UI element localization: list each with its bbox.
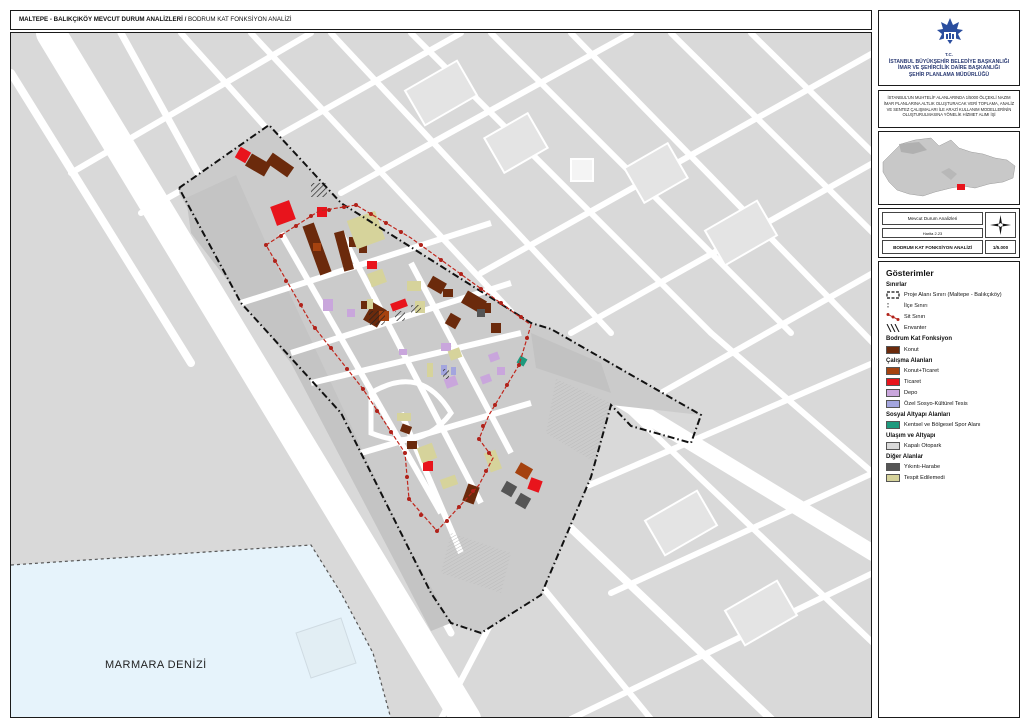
title-analysis: BODRUM KAT FONKSİYON ANALİZİ [186,16,292,23]
legend-heading-ulasim: Ulaşım ve Altyapı [886,433,936,439]
map-svg [11,33,871,717]
legend-title: Gösterimler [886,268,934,278]
inventory-hatch-icon [886,324,900,332]
legend-heading-bodrum: Bodrum Kat Fonksiyon [886,336,953,342]
project-boundary-icon [886,291,900,299]
sea-label: MARMARA DENİZİ [105,659,207,671]
depo-swatch [886,389,900,397]
legend-heading-diger: Diğer Alanlar [886,454,924,460]
district-boundary-icon [887,303,889,309]
legend-item-konut-ticaret: Konut+Ticaret [886,367,939,375]
project-description-panel: İSTANBUL'UN MUHTELİF ALANLARINDA 1/5000 … [878,90,1020,128]
north-arrow-icon [990,215,1011,235]
map-info-panel: Mevcut Durum Analizleri Harita 2.23 BODR… [878,208,1020,258]
spor-swatch [886,421,900,429]
locator-map-svg [879,132,1019,204]
legend-panel: Gösterimler Sınırlar Proje Alanı Sınırı … [878,261,1020,718]
legend-heading-sosyal: Sosyal Altyapı Alanları [886,412,951,418]
harabe-swatch [886,463,900,471]
north-arrow-box [985,212,1016,238]
legend-item-project-boundary: Proje Alanı Sınırı (Maltepe - Balıkçıköy… [886,291,1002,299]
legend-item-ozel: Özel Sosyo-Kültürel Tesis [886,400,968,408]
legend-item-depo: Depo [886,389,917,397]
locator-highlight [957,184,965,190]
organization-name: İSTANBUL BÜYÜKŞEHİR BELEDİYE BAŞKANLIĞI … [879,59,1019,78]
tc-label: T.C. [945,52,953,57]
konut-swatch [886,346,900,354]
project-description: İSTANBUL'UN MUHTELİF ALANLARINDA 1/5000 … [883,95,1015,118]
legend-heading-calisma: Çalışma Alanları [886,358,933,364]
map-name: BODRUM KAT FONKSİYON ANALİZİ [882,240,983,254]
map-number: Harita 2.23 [882,228,983,238]
legend-item-inventory: Envanter [886,324,926,332]
tespit-swatch [886,474,900,482]
legend-item-otopark: Kapalı Otopark [886,442,941,450]
legend-item-konut: Konut [886,346,919,354]
title-project: MALTEPE - BALIKÇIKÖY MEVCUT DURUM ANALİZ… [19,16,187,23]
locator-map [878,131,1020,205]
legend-item-site-boundary: Sit Sınırı [886,313,925,321]
org-line-2: İMAR VE ŞEHİRCİLİK DAİRE BAŞKANLIĞI [898,65,1000,72]
org-line-3: ŞEHİR PLANLAMA MÜDÜRLÜĞÜ [908,71,990,78]
analysis-type: Mevcut Durum Analizleri [882,212,983,225]
site-boundary-icon [886,313,900,321]
map-title-bar: MALTEPE - BALIKÇIKÖY MEVCUT DURUM ANALİZ… [10,10,872,30]
ibb-logo-icon [937,18,963,44]
legend-item-district-boundary: İlçe Sınırı [886,302,928,310]
otopark-swatch [886,442,900,450]
konut-ticaret-swatch [886,367,900,375]
logo-panel: T.C. İSTANBUL BÜYÜKŞEHİR BELEDİYE BAŞKAN… [878,10,1020,86]
legend-heading-sinirlar: Sınırlar [886,282,907,288]
map-scale: 1/5.000 [985,240,1016,254]
legend-item-ticaret: Ticaret [886,378,921,386]
legend-item-spor: Kentsel ve Bölgesel Spor Alanı [886,421,981,429]
ozel-swatch [886,400,900,408]
legend-item-harabe: Yıkıntı-Harabe [886,463,940,471]
ticaret-swatch [886,378,900,386]
map-canvas[interactable]: MARMARA DENİZİ [10,32,872,718]
map-title: MALTEPE - BALIKÇIKÖY MEVCUT DURUM ANALİZ… [19,16,292,23]
legend-item-tespit: Tespit Edilemedi [886,474,945,482]
